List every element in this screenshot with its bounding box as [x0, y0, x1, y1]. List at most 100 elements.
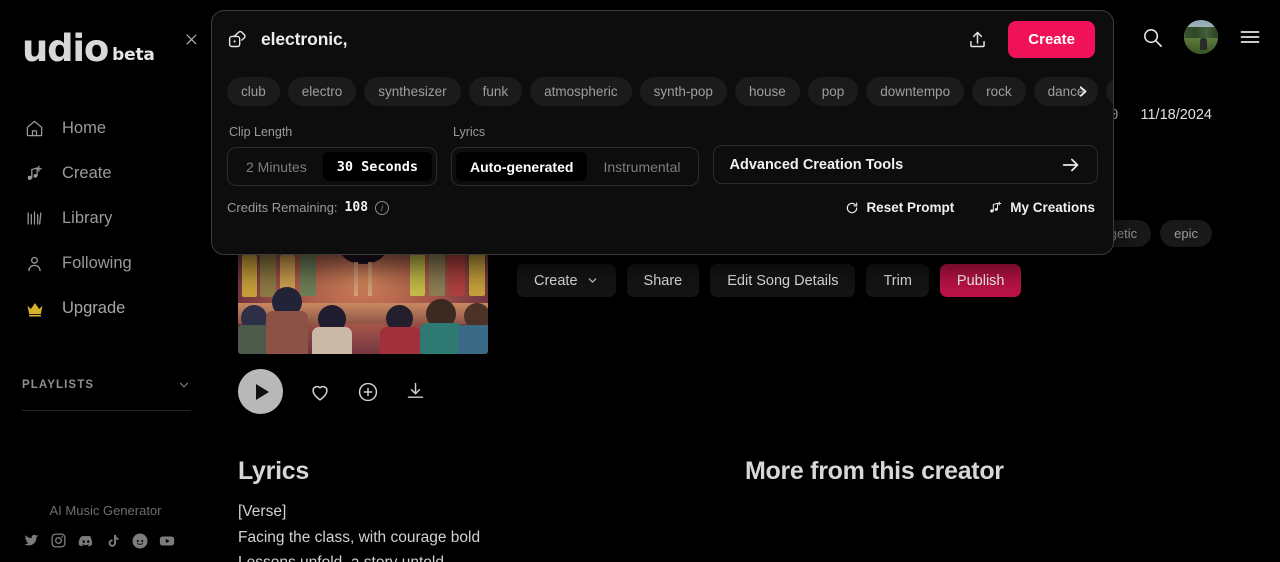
modal-footer: Credits Remaining: 108 i Reset Prompt My…	[212, 186, 1113, 215]
tag-chip[interactable]: rock	[972, 76, 1026, 106]
create-prompt-modal: electronic, Create club electro synthesi…	[211, 10, 1114, 255]
footer-tagline: AI Music Generator	[49, 503, 162, 518]
artwork-figure	[429, 249, 445, 296]
tag-chip[interactable]: electro	[287, 76, 357, 106]
lyrics-line: [Verse]	[238, 503, 287, 520]
logo-text: udio	[22, 27, 109, 70]
credits-remaining: Credits Remaining: 108 i	[227, 200, 390, 215]
artwork-figure	[300, 250, 316, 296]
chevron-down-icon	[177, 378, 191, 392]
sidebar-item-label: Home	[62, 119, 107, 138]
avatar[interactable]	[1184, 20, 1218, 54]
lyrics-text: [Verse] Facing the class, with courage b…	[238, 499, 668, 562]
tag-chip[interactable]: funk	[468, 76, 523, 106]
sidebar-item-home[interactable]: Home	[0, 106, 211, 151]
artwork-audience-body	[312, 327, 352, 354]
create-button-label: Create	[534, 272, 578, 289]
sidebar-item-label: Library	[62, 209, 113, 228]
lyrics-line: Lessons unfold, a story untold	[238, 550, 668, 562]
heart-icon[interactable]	[309, 381, 331, 403]
create-dropdown-button[interactable]: Create	[517, 264, 616, 297]
youtube-icon[interactable]	[157, 531, 176, 550]
artwork-audience-body	[458, 325, 488, 354]
lyrics-mode-label: Lyrics	[452, 125, 486, 139]
tag-chip[interactable]: atmospheric	[530, 76, 632, 106]
tag-list: club electro synthesizer funk atmospheri…	[212, 71, 1113, 111]
info-icon[interactable]: i	[375, 200, 390, 215]
reset-prompt-label: Reset Prompt	[866, 200, 955, 215]
artwork-performer-leg	[354, 261, 358, 296]
music-note-plus-icon	[24, 163, 45, 184]
song-tag[interactable]: epic	[1160, 220, 1212, 247]
instagram-icon[interactable]	[49, 531, 68, 550]
dice-shuffle-icon[interactable]	[226, 28, 248, 50]
lyrics-mode-segmented: Auto-generated Instrumental	[450, 147, 700, 186]
plus-circle-icon[interactable]	[357, 381, 379, 403]
artwork-figure	[260, 249, 276, 297]
tag-chip[interactable]: downtempo	[866, 76, 965, 106]
song-artwork[interactable]	[238, 247, 488, 354]
tiktok-icon[interactable]	[103, 531, 122, 550]
discord-icon[interactable]	[76, 531, 95, 550]
modal-create-button[interactable]: Create	[1008, 20, 1095, 58]
tag-chip[interactable]: pop	[807, 76, 859, 106]
lyrics-mode-group: Lyrics Auto-generated Instrumental	[450, 125, 700, 186]
edit-song-details-button[interactable]: Edit Song Details	[710, 264, 856, 297]
sidebar-item-library[interactable]: Library	[0, 196, 211, 241]
chevron-down-icon	[586, 274, 599, 287]
playlists-section-toggle[interactable]: PLAYLISTS	[0, 373, 211, 397]
tag-chip[interactable]: ai	[1106, 76, 1113, 106]
artwork-audience-body	[380, 327, 420, 354]
clip-length-2-minutes[interactable]: 2 Minutes	[232, 152, 321, 181]
more-from-creator-heading: More from this creator	[745, 457, 1004, 485]
music-note-icon	[988, 200, 1003, 215]
tag-chip[interactable]: synth-pop	[639, 76, 727, 106]
arrow-right-icon	[1060, 154, 1082, 176]
my-creations-button[interactable]: My Creations	[988, 200, 1095, 215]
clip-length-30-seconds[interactable]: 30 Seconds	[322, 152, 432, 181]
social-links	[0, 531, 211, 550]
search-icon[interactable]	[1141, 26, 1164, 49]
hamburger-menu-icon[interactable]	[1238, 25, 1262, 49]
song-action-buttons: Create Share Edit Song Details Trim Publ…	[517, 264, 1022, 297]
sidebar-item-upgrade[interactable]: Upgrade	[0, 286, 211, 331]
modal-controls: Clip Length 2 Minutes 30 Seconds Lyrics …	[212, 111, 1113, 186]
twitter-icon[interactable]	[22, 531, 41, 550]
sidebar-item-label: Upgrade	[62, 299, 126, 318]
tag-chip[interactable]: club	[227, 76, 280, 106]
home-icon	[24, 118, 45, 139]
reset-prompt-button[interactable]: Reset Prompt	[845, 200, 954, 215]
artwork-figure	[242, 251, 257, 297]
close-icon[interactable]	[180, 28, 202, 50]
tag-chip[interactable]: house	[734, 76, 800, 106]
lyrics-mode-instrumental[interactable]: Instrumental	[589, 152, 694, 181]
app-root: udio beta Home Create Library Following …	[0, 0, 1280, 562]
reddit-icon[interactable]	[130, 531, 149, 550]
artwork-performer-leg	[368, 261, 372, 296]
sidebar-item-following[interactable]: Following	[0, 241, 211, 286]
chevron-right-icon[interactable]	[1071, 80, 1093, 102]
prompt-input[interactable]: electronic,	[261, 29, 967, 50]
share-button[interactable]: Share	[626, 264, 700, 297]
play-icon[interactable]	[238, 369, 283, 414]
tag-suggestions: club electro synthesizer funk atmospheri…	[212, 71, 1113, 111]
lyrics-mode-auto-generated[interactable]: Auto-generated	[455, 152, 588, 181]
sidebar: udio beta Home Create Library Following …	[0, 0, 211, 562]
logo-area: udio beta	[0, 14, 211, 84]
clip-length-label: Clip Length	[229, 125, 293, 139]
advanced-creation-tools-button[interactable]: Advanced Creation Tools	[713, 145, 1098, 184]
playlists-label: PLAYLISTS	[22, 379, 95, 391]
sidebar-nav: Home Create Library Following Upgrade	[0, 106, 211, 331]
upload-icon[interactable]	[967, 29, 988, 50]
credits-value: 108	[344, 200, 369, 215]
trim-button[interactable]: Trim	[866, 264, 929, 297]
lyrics-line: Facing the class, with courage bold	[238, 528, 481, 546]
sidebar-divider	[22, 410, 191, 411]
credits-label: Credits Remaining:	[227, 200, 338, 215]
tag-chip[interactable]: synthesizer	[364, 76, 461, 106]
download-icon[interactable]	[405, 381, 426, 402]
logo-beta-text: beta	[112, 45, 155, 65]
clip-length-segmented: 2 Minutes 30 Seconds	[227, 147, 437, 186]
publish-button[interactable]: Publish	[939, 264, 1022, 297]
sidebar-item-create[interactable]: Create	[0, 151, 211, 196]
